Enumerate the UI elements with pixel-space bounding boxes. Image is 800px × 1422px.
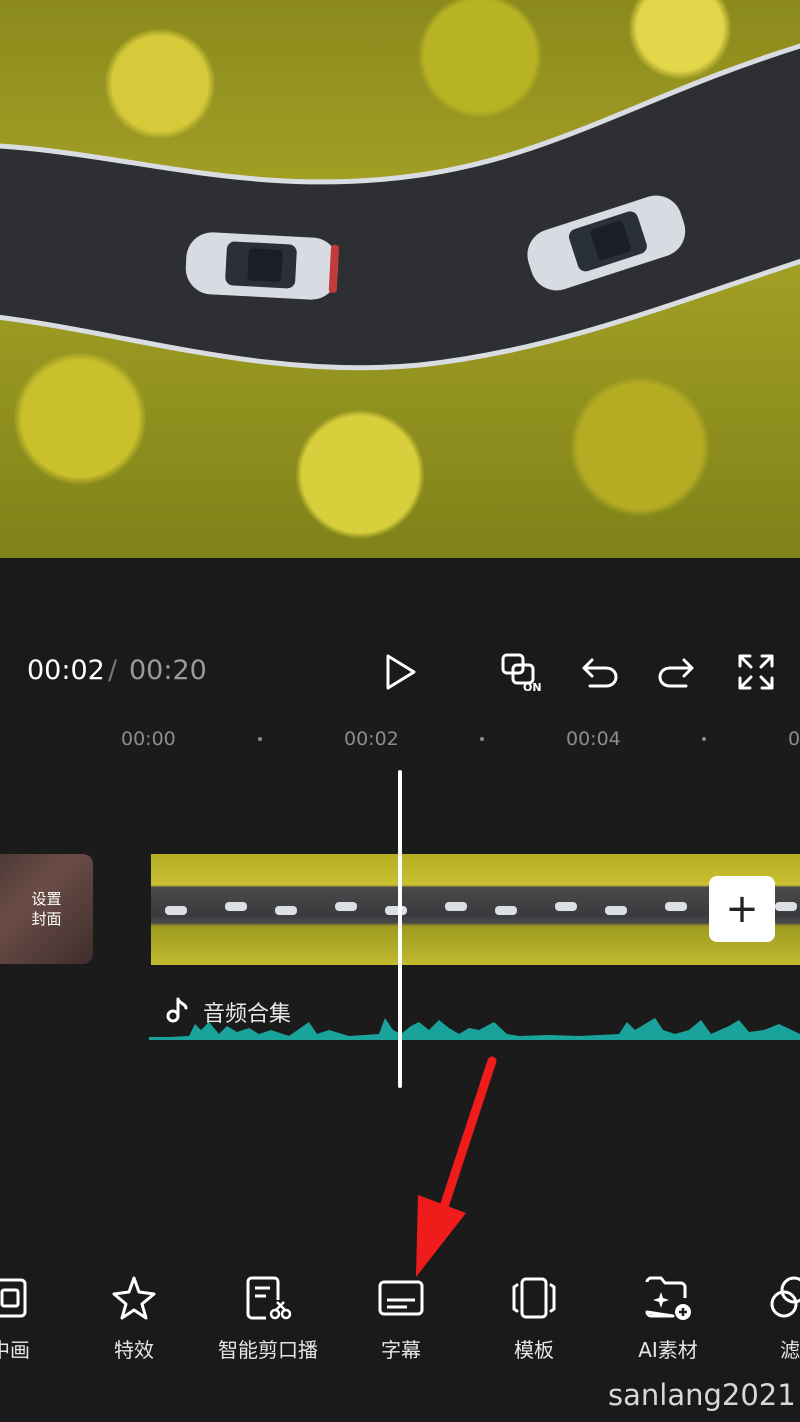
tool-label: 智能剪口播: [218, 1338, 318, 1362]
redo-icon[interactable]: [652, 648, 700, 696]
ruler-label: 00:04: [566, 728, 621, 750]
time-separator: /: [108, 655, 118, 686]
picture-in-picture-icon: [0, 1272, 36, 1324]
tool-label: 模板: [514, 1338, 554, 1362]
video-frame: [261, 854, 372, 965]
aerial-road-scene: [0, 43, 800, 371]
effects-star-icon: [108, 1272, 160, 1324]
ruler-dot: [480, 737, 484, 741]
watermark: sanlang2021: [608, 1378, 796, 1412]
ruler-label: 0: [788, 728, 800, 750]
ruler-label: 00:00: [121, 728, 176, 750]
tool-ai-material[interactable]: AI素材: [608, 1272, 728, 1372]
current-time: 00:02: [27, 655, 105, 686]
video-frame: [151, 854, 262, 965]
ruler-label: 00:02: [344, 728, 399, 750]
keyframe-on-icon[interactable]: ON: [498, 648, 546, 696]
ai-material-icon: [642, 1272, 694, 1324]
playhead[interactable]: [398, 770, 402, 1088]
video-frame: [481, 854, 592, 965]
tool-label: 字幕: [381, 1338, 421, 1362]
tool-effects[interactable]: 特效: [74, 1272, 194, 1372]
svg-text:ON: ON: [523, 681, 542, 693]
add-clip-button[interactable]: +: [709, 876, 775, 942]
set-cover-button[interactable]: 设置 封面: [0, 854, 93, 964]
tool-label: 滤: [780, 1338, 800, 1362]
video-track[interactable]: [151, 854, 800, 965]
subtitle-icon: [375, 1272, 427, 1324]
car-left: [185, 232, 339, 300]
video-preview[interactable]: [0, 0, 800, 558]
tool-smart-cut[interactable]: 智能剪口播: [208, 1272, 328, 1372]
ruler-dot: [702, 737, 706, 741]
tool-subtitle[interactable]: 字幕: [341, 1272, 461, 1372]
set-cover-label: 设置 封面: [31, 890, 62, 928]
filter-icon: [764, 1272, 800, 1324]
tool-template[interactable]: 模板: [474, 1272, 594, 1372]
tool-label: 特效: [114, 1338, 154, 1362]
smart-cut-icon: [242, 1272, 294, 1324]
annotation-arrow: [416, 1056, 497, 1277]
audio-waveform: [149, 1018, 800, 1040]
ruler-dot: [258, 737, 262, 741]
play-icon[interactable]: [377, 648, 425, 696]
tool-filter[interactable]: 滤: [730, 1272, 800, 1372]
fullscreen-icon[interactable]: [732, 648, 780, 696]
tool-picture-in-picture[interactable]: 中画: [0, 1272, 70, 1372]
tool-label: AI素材: [638, 1338, 698, 1362]
template-icon: [508, 1272, 560, 1324]
video-frame: [371, 854, 482, 965]
video-frame: [591, 854, 702, 965]
undo-icon[interactable]: [576, 648, 624, 696]
audio-track[interactable]: [149, 990, 800, 1040]
total-time: 00:20: [129, 655, 207, 686]
tool-label: 中画: [0, 1338, 30, 1362]
